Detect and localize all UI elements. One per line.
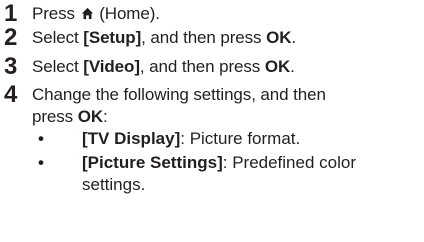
step-3: 3 Select [Video], and then press OK. xyxy=(0,53,295,80)
menu-keyword: [Setup] xyxy=(83,28,142,47)
list-item: • [TV Display]: Picture format. xyxy=(0,128,300,150)
step-number: 4 xyxy=(4,81,18,108)
step-1: 1 Press (Home). xyxy=(0,0,160,27)
step-text: Change the following settings, and then xyxy=(32,85,326,104)
button-keyword: OK xyxy=(266,28,292,47)
step-number: 2 xyxy=(4,24,18,51)
step-4: 4 Change the following settings, and the… xyxy=(0,81,326,128)
item-description: : Picture format. xyxy=(180,129,301,148)
step-2: 2 Select [Setup], and then press OK. xyxy=(0,24,297,51)
step-text: Select [Video], and then press OK. xyxy=(32,57,295,76)
step-text-continued: press OK: xyxy=(32,107,108,126)
list-item: • [Picture Settings]: Predefined color s… xyxy=(0,152,356,196)
step-number: 3 xyxy=(4,53,18,80)
menu-keyword: [Video] xyxy=(83,57,140,76)
button-keyword: OK xyxy=(77,107,104,126)
item-description: : Predefined color xyxy=(222,153,356,172)
menu-keyword: [TV Display] xyxy=(82,129,181,148)
bullet-marker: • xyxy=(38,129,44,148)
item-description-continued: settings. xyxy=(82,175,146,194)
button-keyword: OK xyxy=(264,57,291,76)
step-text: Press (Home). xyxy=(32,4,160,23)
home-icon xyxy=(81,7,93,20)
menu-keyword: [Picture Settings] xyxy=(82,153,223,172)
instruction-document: 1 Press (Home). 2 Select [Setup], and th… xyxy=(0,0,424,242)
step-text: Select [Setup], and then press OK. xyxy=(32,28,297,47)
bullet-marker: • xyxy=(38,153,44,172)
